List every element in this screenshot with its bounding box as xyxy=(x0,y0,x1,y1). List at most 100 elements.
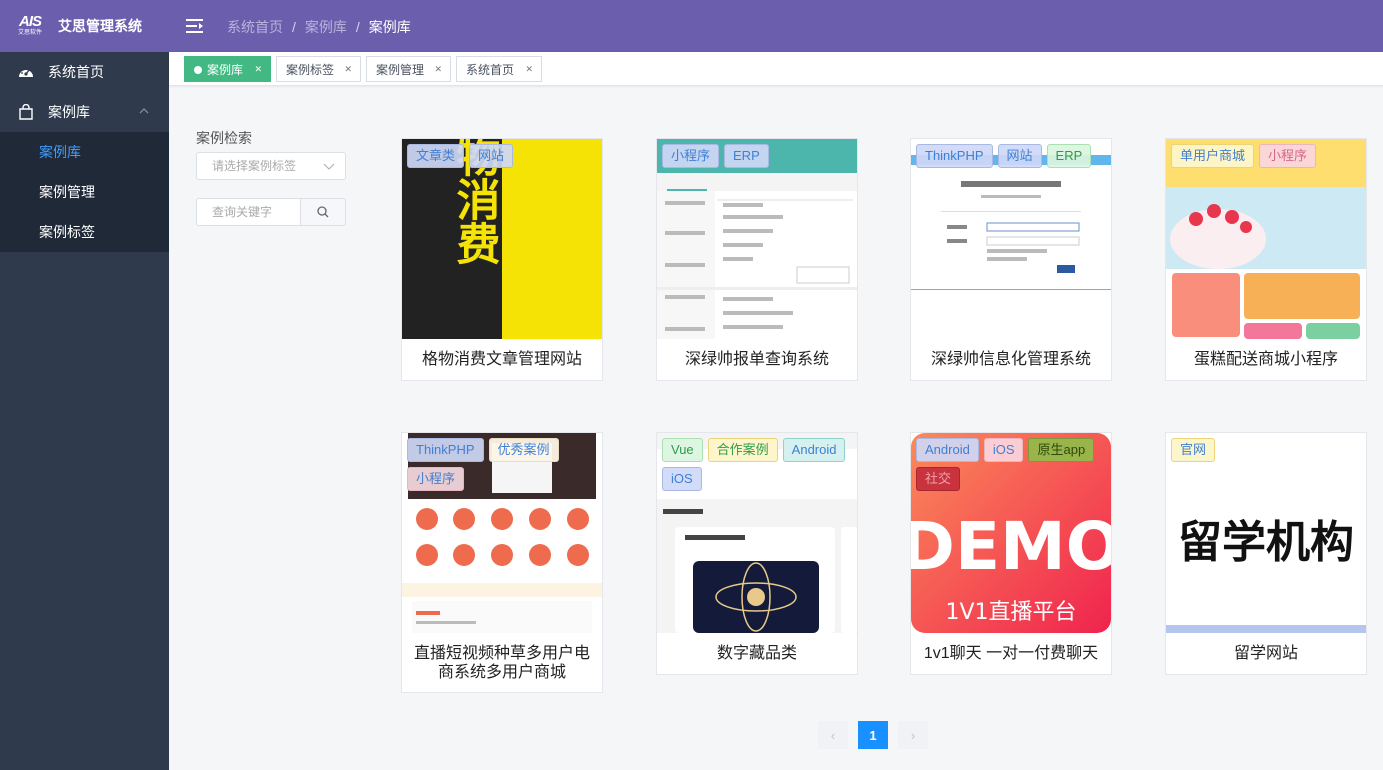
case-title[interactable]: 蛋糕配送商城小程序 xyxy=(1166,339,1366,369)
next-page-button[interactable]: › xyxy=(898,721,928,749)
case-card[interactable]: 单用户商城 小程序 蛋糕配送商城小程序 xyxy=(1165,138,1367,381)
case-thumbnail[interactable]: DEMO 1V1直播平台 Android iOS 原生app 社交 xyxy=(911,433,1111,633)
tag-list: ThinkPHP 优秀案例 小程序 xyxy=(407,438,602,496)
tab-label: 案例标签 xyxy=(286,62,335,77)
tag-list: 小程序 ERP xyxy=(662,144,857,173)
case-thumbnail[interactable]: 小程序 ERP xyxy=(657,139,857,339)
tabs-bar: 案例库 ✕ 案例标签 ✕ 案例管理 ✕ 系统首页 ✕ xyxy=(169,52,1383,86)
shopping-bag-icon xyxy=(19,104,33,120)
top-bar: AIS 艾思软件 艾思管理系统 系统首页 / 案例库 / 案例库 xyxy=(0,0,1383,52)
search-icon xyxy=(317,206,329,218)
filter-title: 案例检索 xyxy=(196,130,252,146)
keyword-search-input[interactable]: 查询关键字 xyxy=(196,198,301,226)
tag-list: 文章类 网站 xyxy=(407,144,602,173)
case-card[interactable]: 小程序 ERP 深绿帅报单查询系统 xyxy=(656,138,858,381)
submenu-item-case-management[interactable]: 案例管理 xyxy=(0,172,169,212)
thumbnail-text: 留学机构 xyxy=(1178,517,1354,568)
page-button-1[interactable]: 1 xyxy=(858,721,888,749)
breadcrumb-case-library[interactable]: 案例库 xyxy=(305,17,347,37)
tab-label: 案例管理 xyxy=(376,62,425,77)
breadcrumb: 系统首页 / 案例库 / 案例库 xyxy=(227,17,411,37)
sidebar-item-label: 系统首页 xyxy=(48,64,104,80)
tag-select[interactable]: 请选择案例标签 xyxy=(196,152,346,180)
case-tag: iOS xyxy=(983,438,1024,462)
case-title[interactable]: 留学网站 xyxy=(1166,633,1366,663)
tab-label: 案例库 xyxy=(207,62,244,77)
case-tag: 网站 xyxy=(997,144,1042,168)
submenu-item-case-library[interactable]: 案例库 xyxy=(0,132,169,172)
keyword-search-placeholder: 查询关键字 xyxy=(212,205,273,219)
search-button[interactable] xyxy=(300,198,346,226)
close-icon[interactable]: ✕ xyxy=(434,64,442,74)
case-thumbnail[interactable]: 留学机构 官网 xyxy=(1166,433,1366,633)
logo-mark: AIS 艾思软件 xyxy=(16,14,44,38)
case-title[interactable]: 1v1聊天 一对一付费聊天 xyxy=(911,633,1111,663)
case-tag: 小程序 xyxy=(662,144,720,168)
case-tag: 社交 xyxy=(916,467,961,491)
close-icon[interactable]: ✕ xyxy=(344,64,352,74)
case-tag: ERP xyxy=(724,144,769,168)
case-tag: 优秀案例 xyxy=(488,438,559,462)
case-thumbnail[interactable]: ThinkPHP 网站 ERP xyxy=(911,139,1111,339)
case-tag: 文章类 xyxy=(407,144,465,168)
case-title[interactable]: 深绿帅信息化管理系统 xyxy=(911,339,1111,369)
menu-fold-icon[interactable] xyxy=(186,19,203,33)
sidebar-item-home[interactable]: 系统首页 xyxy=(0,52,169,92)
breadcrumb-separator: / xyxy=(355,19,360,35)
close-icon[interactable]: ✕ xyxy=(525,64,533,74)
case-thumbnail[interactable]: 单用户商城 小程序 xyxy=(1166,139,1366,339)
case-title[interactable]: 直播短视频种草多用户电商系统多用户商城 xyxy=(402,633,602,682)
case-thumbnail[interactable]: ThinkPHP 优秀案例 小程序 xyxy=(402,433,602,633)
case-card[interactable]: ThinkPHP 优秀案例 小程序 直播短视频种草多用户电商系统多用户商城 xyxy=(401,432,603,693)
sidebar-item-case-library[interactable]: 案例库 xyxy=(0,92,169,132)
logo: AIS 艾思软件 艾思管理系统 xyxy=(0,0,169,52)
case-card[interactable]: ThinkPHP 网站 ERP 深绿帅信息化管理系统 xyxy=(910,138,1112,381)
tab-home[interactable]: 系统首页 ✕ xyxy=(456,56,542,82)
chevron-down-icon xyxy=(323,163,335,170)
case-card[interactable]: 留学机构 官网 留学网站 xyxy=(1165,432,1367,675)
tag-select-placeholder: 请选择案例标签 xyxy=(212,159,297,173)
submenu: 案例库 案例管理 案例标签 xyxy=(0,132,169,252)
submenu-item-case-tags[interactable]: 案例标签 xyxy=(0,212,169,252)
tab-case-tags[interactable]: 案例标签 ✕ xyxy=(276,56,361,82)
case-card[interactable]: 格物消费 文章类 网站 格物消费文章管理网站 xyxy=(401,138,603,381)
case-tag: iOS xyxy=(662,467,702,491)
case-tag: 原生app xyxy=(1028,438,1095,462)
case-thumbnail[interactable]: 格物消费 文章类 网站 xyxy=(402,139,602,339)
tab-case-management[interactable]: 案例管理 ✕ xyxy=(366,56,451,82)
case-card[interactable]: DEMO 1V1直播平台 Android iOS 原生app 社交 1v1聊天 … xyxy=(910,432,1112,675)
case-tag: 网站 xyxy=(469,144,514,168)
sidebar: 系统首页 案例库 案例库 案例管理 案例标签 xyxy=(0,52,169,770)
case-title[interactable]: 格物消费文章管理网站 xyxy=(402,339,602,369)
app-title: 艾思管理系统 xyxy=(58,18,142,34)
case-tag: ThinkPHP xyxy=(916,144,993,168)
case-title[interactable]: 数字藏品类 xyxy=(657,633,857,663)
chevron-up-icon xyxy=(139,108,149,114)
case-card[interactable]: Vue 合作案例 Android iOS 数字藏品类 xyxy=(656,432,858,675)
case-tag: ThinkPHP xyxy=(407,438,484,462)
tag-list: 官网 xyxy=(1171,438,1366,467)
breadcrumb-home[interactable]: 系统首页 xyxy=(227,17,283,37)
tag-list: ThinkPHP 网站 ERP xyxy=(916,144,1111,173)
logo-subtext: 艾思软件 xyxy=(17,30,42,36)
prev-page-button[interactable]: ‹ xyxy=(818,721,848,749)
tag-list: Vue 合作案例 Android iOS xyxy=(662,438,857,496)
case-tag: Android xyxy=(916,438,979,462)
case-tag: 单用户商城 xyxy=(1171,144,1255,168)
case-tag: Vue xyxy=(662,438,703,462)
logo-text: AIS xyxy=(18,13,42,30)
case-tag: ERP xyxy=(1046,144,1092,168)
tab-case-library[interactable]: 案例库 ✕ xyxy=(184,56,271,82)
tag-list: 单用户商城 小程序 xyxy=(1171,144,1366,173)
case-thumbnail[interactable]: Vue 合作案例 Android iOS xyxy=(657,433,857,633)
case-tag: 小程序 xyxy=(407,467,465,491)
thumbnail-subtext: 1V1直播平台 xyxy=(945,600,1076,625)
tab-label: 系统首页 xyxy=(466,62,515,77)
case-tag: 小程序 xyxy=(1259,144,1317,168)
breadcrumb-separator: / xyxy=(292,19,296,35)
case-tag: 合作案例 xyxy=(707,438,778,462)
sidebar-item-label: 案例库 xyxy=(48,104,90,120)
case-title[interactable]: 深绿帅报单查询系统 xyxy=(657,339,857,369)
close-icon[interactable]: ✕ xyxy=(254,64,262,74)
case-tag: Android xyxy=(782,438,846,462)
